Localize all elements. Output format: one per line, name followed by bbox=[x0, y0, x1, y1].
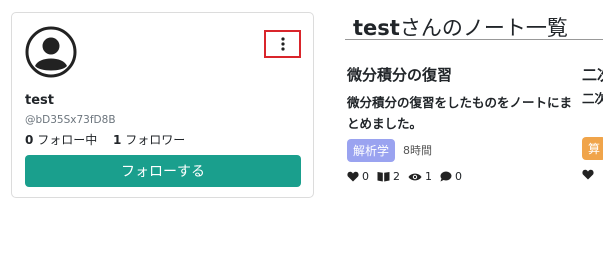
following-count: 0 bbox=[25, 133, 34, 147]
comment-stat[interactable]: 0 bbox=[440, 170, 462, 183]
note-tag[interactable]: 算 bbox=[582, 137, 603, 160]
comment-count: 0 bbox=[455, 170, 462, 183]
follow-stats: 0 フォロー中 1 フォロワー bbox=[25, 131, 185, 148]
heart-icon bbox=[582, 169, 594, 180]
view-stat: 1 bbox=[408, 170, 432, 183]
note-title[interactable]: 微分積分の復習 bbox=[347, 64, 572, 85]
profile-handle: @bD35Sx73fD8B bbox=[25, 114, 116, 126]
note-card[interactable]: 微分積分の復習 微分積分の復習をしたものをノートにまとめました。 解析学 8時間… bbox=[347, 64, 572, 183]
bookmark-stat[interactable]: 2 bbox=[377, 170, 400, 183]
note-stats: 0 2 1 0 bbox=[347, 170, 572, 183]
note-time: 8時間 bbox=[403, 144, 433, 157]
note-stats bbox=[582, 169, 603, 180]
page-title: testさんのノート一覧 bbox=[345, 12, 603, 40]
heart-icon bbox=[347, 171, 359, 182]
note-description: 微分積分の復習をしたものをノートにまとめました。 bbox=[347, 95, 573, 131]
more-options-button[interactable] bbox=[264, 30, 301, 58]
note-description: 二次 bbox=[582, 91, 603, 106]
kebab-menu-icon bbox=[280, 37, 285, 51]
view-count: 1 bbox=[425, 170, 432, 183]
eye-icon bbox=[408, 173, 422, 180]
followers-count: 1 bbox=[113, 133, 122, 147]
bookmark-count: 2 bbox=[393, 170, 400, 183]
book-icon bbox=[377, 172, 390, 182]
note-meta: 解析学 8時間 bbox=[347, 138, 572, 162]
following-label[interactable]: フォロー中 bbox=[37, 133, 97, 147]
profile-card: test @bD35Sx73fD8B 0 フォロー中 1 フォロワー フォローす… bbox=[11, 12, 314, 198]
page-title-user: test bbox=[353, 16, 400, 40]
note-title[interactable]: 二次 bbox=[582, 64, 603, 85]
page-title-suffix: さんのノート一覧 bbox=[399, 16, 568, 40]
followers-label[interactable]: フォロワー bbox=[125, 133, 185, 147]
comment-icon bbox=[440, 171, 452, 182]
note-card[interactable]: 二次 二次 算 bbox=[582, 64, 603, 180]
follow-button[interactable]: フォローする bbox=[25, 155, 301, 187]
avatar-icon bbox=[25, 26, 77, 78]
note-tag[interactable]: 解析学 bbox=[347, 138, 396, 162]
like-count: 0 bbox=[362, 170, 369, 183]
like-stat[interactable]: 0 bbox=[347, 170, 369, 183]
profile-username: test bbox=[25, 93, 54, 108]
